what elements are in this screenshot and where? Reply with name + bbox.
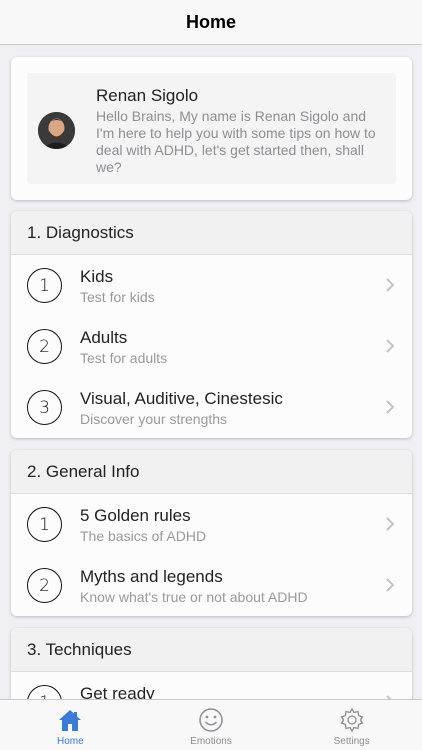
item-subtitle: The basics of ADHD xyxy=(80,528,207,544)
number-badge: 1 xyxy=(27,268,62,303)
item-title: Adults xyxy=(80,328,128,347)
section-header: 1. Diagnostics xyxy=(11,211,412,255)
list-item-golden-rules[interactable]: 1 5 Golden rules The basics of ADHD xyxy=(11,494,412,555)
tab-home[interactable]: Home xyxy=(0,700,141,750)
item-subtitle: Test for adults xyxy=(80,350,168,366)
list-item-myths[interactable]: 2 Myths and legends Know what's true or … xyxy=(11,555,412,616)
tab-label: Home xyxy=(56,736,84,747)
item-title: Get ready xyxy=(80,684,155,699)
profile-card: Renan Sigolo Hello Brains, My name is Re… xyxy=(11,57,412,200)
smiley-icon xyxy=(199,708,223,732)
list-item-visual-auditive[interactable]: 3 Visual, Auditive, Cinestesic Discover … xyxy=(11,377,412,438)
chevron-right-icon xyxy=(386,578,395,592)
tab-label: Emotions xyxy=(190,736,232,747)
item-title: 5 Golden rules xyxy=(80,506,191,525)
scroll-content[interactable]: Renan Sigolo Hello Brains, My name is Re… xyxy=(0,45,422,699)
chevron-right-icon xyxy=(386,339,395,353)
page-title: Home xyxy=(185,11,236,32)
list-item-adults[interactable]: 2 Adults Test for adults xyxy=(11,316,412,377)
section-techniques: 3. Techniques 1 Get ready xyxy=(11,628,412,699)
tab-label: Settings xyxy=(333,736,370,747)
item-subtitle: Test for kids xyxy=(80,289,155,305)
number-badge: 1 xyxy=(27,507,62,542)
item-title: Kids xyxy=(80,267,114,286)
profile-bio: Hello Brains, My name is Renan Sigolo an… xyxy=(96,108,376,175)
item-title: Myths and legends xyxy=(80,567,223,586)
section-general-info: 2. General Info 1 5 Golden rules The bas… xyxy=(11,450,412,616)
number-badge: 2 xyxy=(27,568,62,603)
number-badge: 2 xyxy=(27,329,62,364)
tab-settings[interactable]: Settings xyxy=(281,700,422,750)
chevron-right-icon xyxy=(386,400,395,414)
home-icon xyxy=(59,710,82,731)
item-subtitle: Discover your strengths xyxy=(80,411,228,427)
section-diagnostics: 1. Diagnostics 1 Kids Test for kids 2 Ad… xyxy=(11,211,412,438)
section-header: 3. Techniques xyxy=(11,628,412,672)
list-item-get-ready[interactable]: 1 Get ready xyxy=(11,672,412,699)
section-header: 2. General Info xyxy=(11,450,412,494)
navigation-bar: Home xyxy=(0,0,422,45)
chevron-right-icon xyxy=(386,517,395,531)
avatar xyxy=(38,112,75,149)
number-badge: 3 xyxy=(27,390,62,425)
tab-emotions[interactable]: Emotions xyxy=(141,700,282,750)
list-item-kids[interactable]: 1 Kids Test for kids xyxy=(11,255,412,316)
chevron-right-icon xyxy=(386,278,395,292)
number-badge: 1 xyxy=(27,685,62,699)
profile-name: Renan Sigolo xyxy=(96,86,199,105)
tab-bar: Home Emotions Settings xyxy=(0,699,422,750)
gear-icon xyxy=(340,707,364,733)
item-subtitle: Know what's true or not about ADHD xyxy=(80,589,308,605)
item-title: Visual, Auditive, Cinestesic xyxy=(80,389,283,408)
